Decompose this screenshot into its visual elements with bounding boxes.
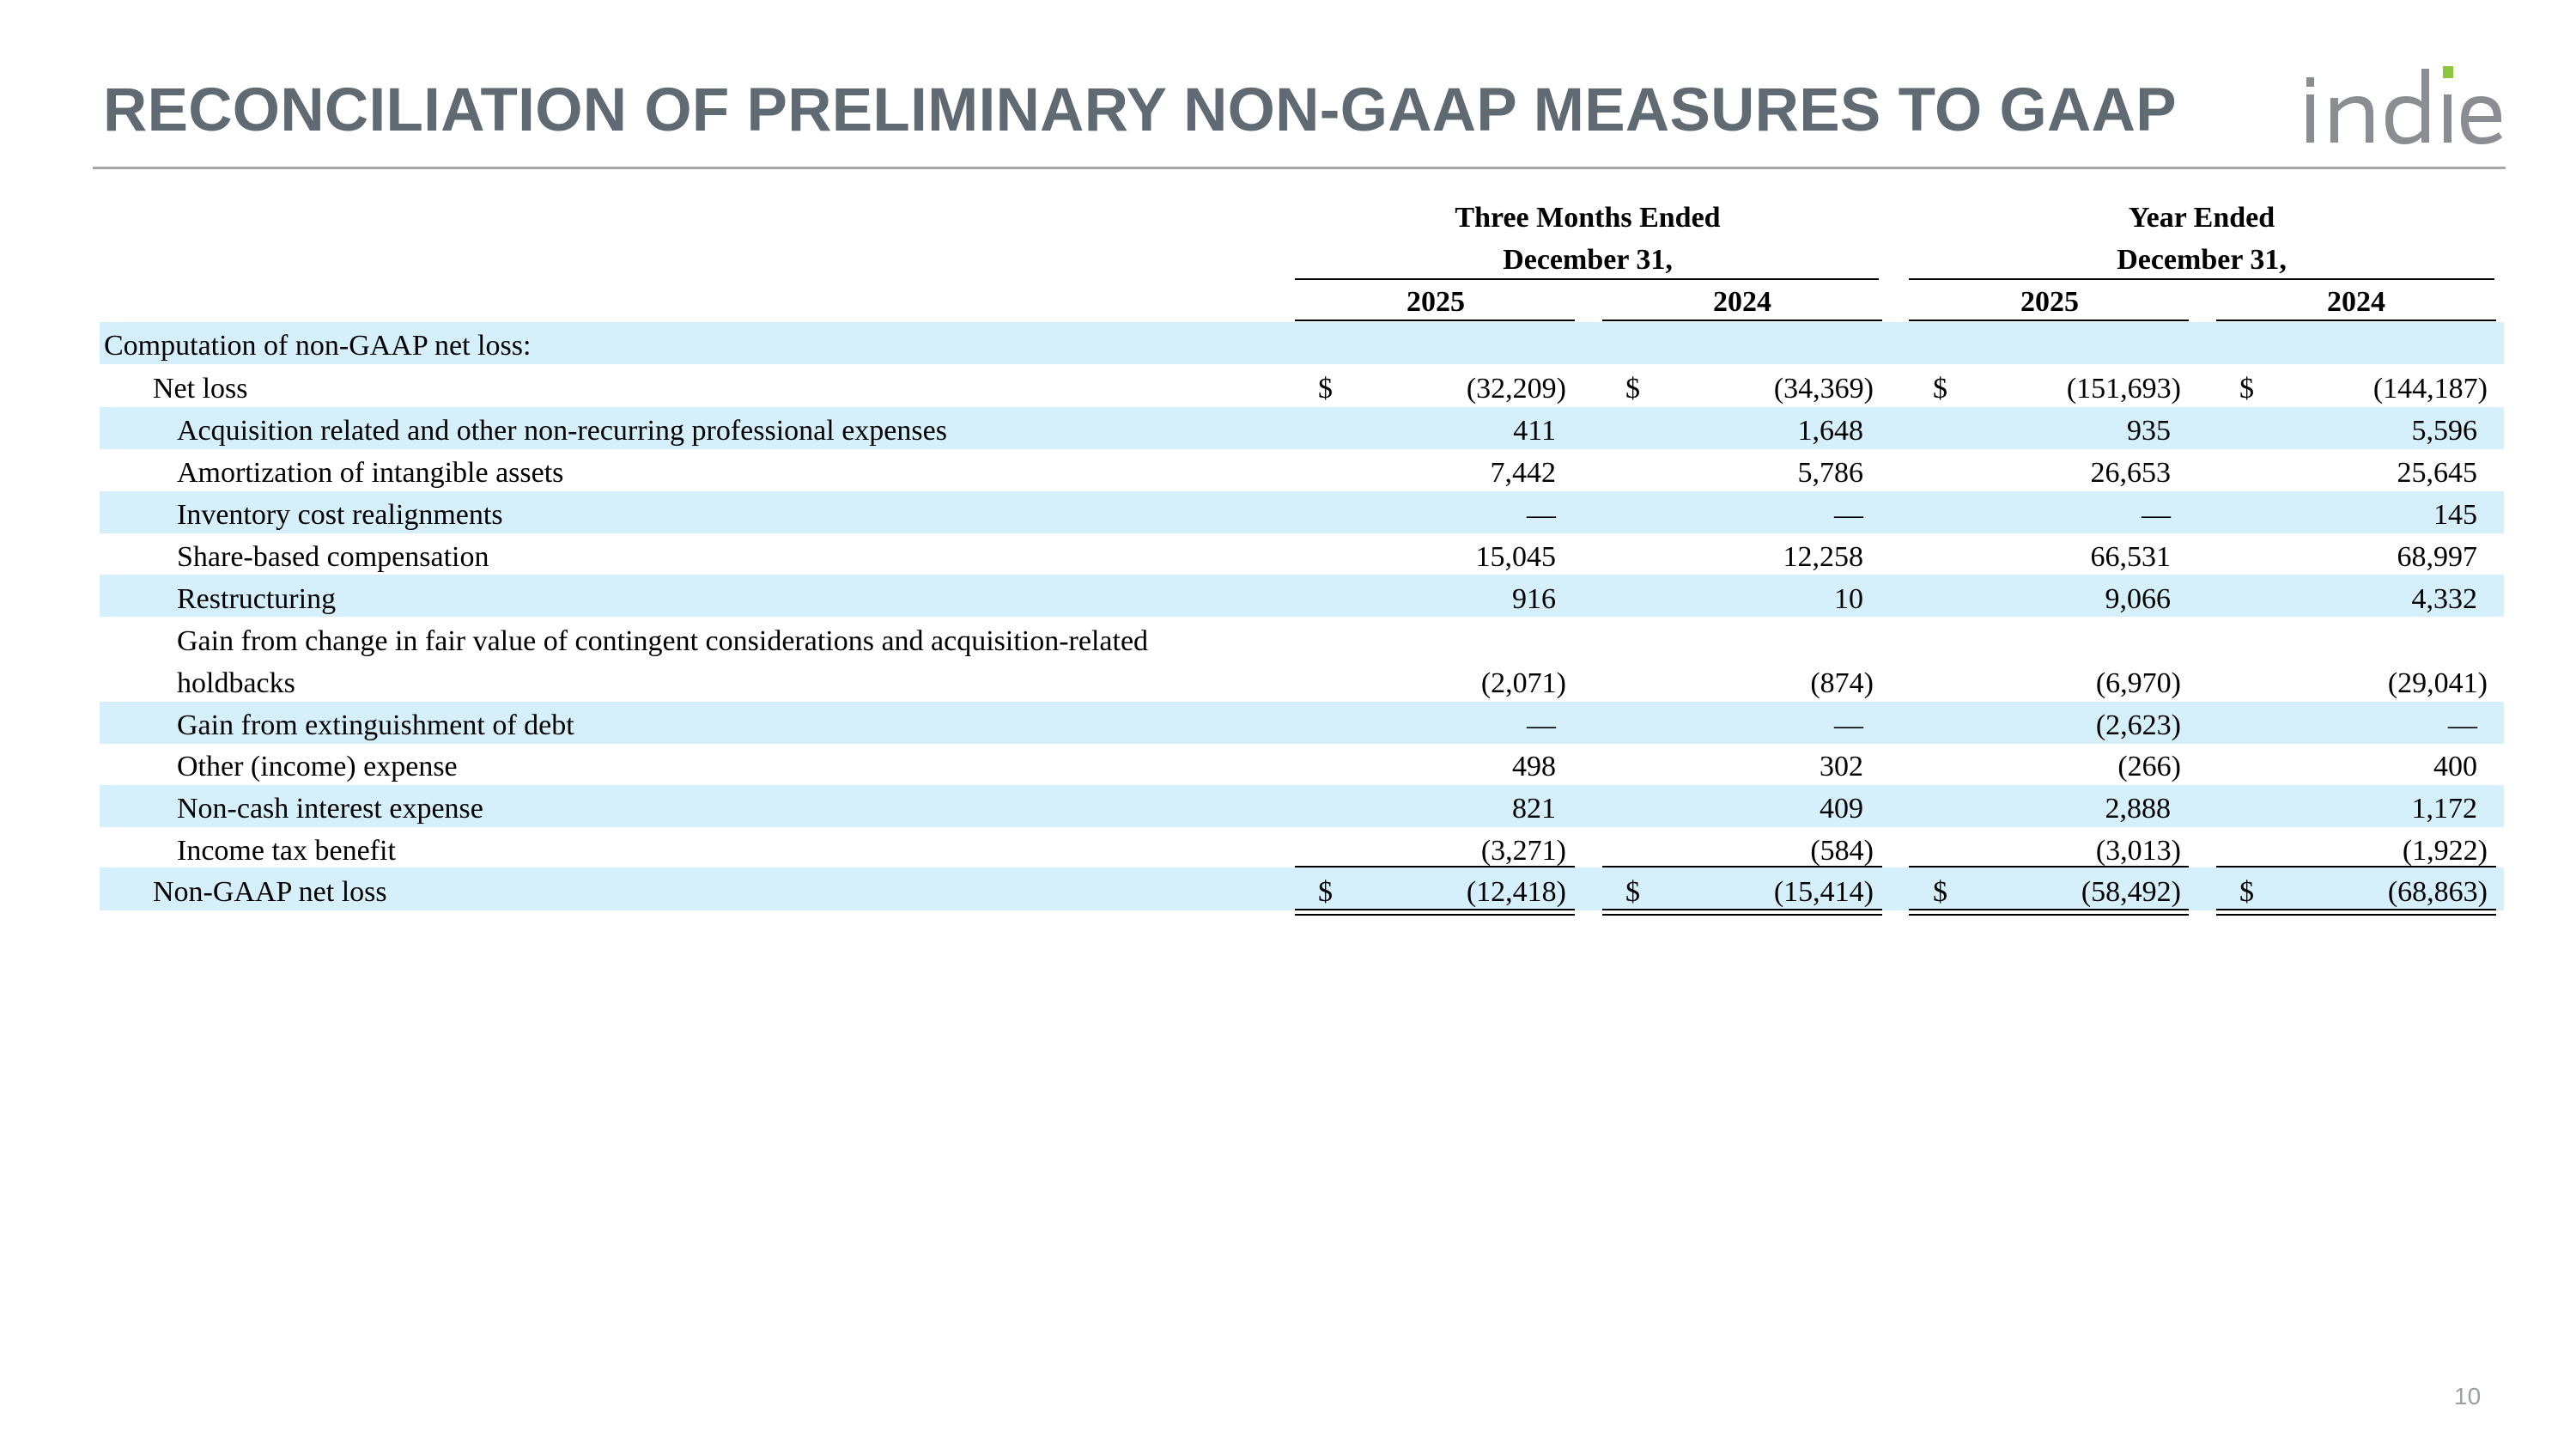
row-label: Share-based compensation (177, 541, 489, 573)
value-cell: (2,071) (1480, 667, 1566, 699)
page-title: RECONCILIATION OF PRELIMINARY NON-GAAP M… (103, 76, 2177, 144)
value-cell: (584) (1810, 835, 1874, 867)
value-cell: 1,172 (2411, 793, 2478, 825)
subtotal-rule (2216, 866, 2496, 868)
value-cell: 26,653 (2090, 457, 2172, 489)
value-cell: 25,645 (2397, 457, 2478, 489)
group-header-year-line2: December 31, (2117, 244, 2287, 276)
value-cell: 2,888 (2105, 793, 2172, 825)
value-cell: — (1527, 709, 1556, 741)
value-cell: 10 (1834, 583, 1863, 615)
group-header-three-months-line2: December 31, (1503, 244, 1673, 276)
total-double-rule (2216, 909, 2496, 916)
value-cell: 145 (2433, 499, 2477, 531)
indie-logo (2306, 66, 2502, 144)
value-cell: (68,863) (2387, 876, 2488, 908)
value-cell: — (1527, 499, 1556, 531)
row-label: Other (income) expense (177, 751, 458, 782)
row-label: Inventory cost realignments (177, 499, 503, 531)
value-cell: (58,492) (2081, 876, 2181, 908)
year-header-q-2024: 2024 (1713, 286, 1771, 318)
subtotal-rule (1909, 866, 2189, 868)
value-cell: (29,041) (2387, 667, 2488, 699)
year-rule-4 (2216, 320, 2496, 321)
row-label: Income tax benefit (177, 835, 396, 867)
value-cell: 498 (1512, 751, 1556, 782)
currency-symbol: $ (1625, 876, 1640, 908)
total-double-rule (1295, 909, 1575, 916)
value-cell: 916 (1512, 583, 1556, 615)
total-double-rule (1909, 909, 2189, 916)
value-cell: — (1834, 709, 1863, 741)
value-cell: (151,693) (2066, 373, 2181, 405)
value-cell: 302 (1820, 751, 1863, 782)
row-label: Gain from change in fair value of contin… (177, 625, 1149, 657)
value-cell: (1,922) (2402, 835, 2488, 867)
row-label: Non-GAAP net loss (153, 876, 387, 908)
row-label: Restructuring (177, 583, 337, 615)
row-label: Gain from extinguishment of debt (177, 709, 574, 741)
value-cell: (3,271) (1480, 835, 1566, 867)
value-cell: 5,786 (1797, 457, 1864, 489)
year-rule-1 (1295, 320, 1575, 321)
row-label: Non-cash interest expense (177, 793, 483, 825)
value-cell: (266) (2117, 751, 2181, 782)
value-cell: 821 (1512, 793, 1556, 825)
value-cell: (3,013) (2095, 835, 2181, 867)
value-cell: 1,648 (1797, 415, 1864, 447)
value-cell: 66,531 (2090, 541, 2172, 573)
year-rule-2 (1602, 320, 1882, 321)
row-label: Acquisition related and other non-recurr… (177, 415, 947, 447)
year-header-y-2024: 2024 (2327, 286, 2385, 318)
value-cell: (6,970) (2095, 667, 2181, 699)
year-header-q-2025: 2025 (1406, 286, 1465, 318)
value-cell: (12,418) (1466, 876, 1566, 908)
year-rule-3 (1909, 320, 2189, 321)
value-cell: 68,997 (2397, 541, 2478, 573)
value-cell: 935 (2127, 415, 2171, 447)
value-cell: 411 (1513, 415, 1556, 447)
currency-symbol: $ (1933, 373, 1947, 405)
row-label-continued: holdbacks (177, 667, 295, 699)
value-cell: 9,066 (2105, 583, 2172, 615)
page-number: 10 (2454, 1383, 2482, 1409)
subtotal-rule (1602, 866, 1882, 868)
value-cell: (144,187) (2372, 373, 2488, 405)
row-label: Amortization of intangible assets (177, 457, 564, 489)
value-cell: (34,369) (1773, 373, 1874, 405)
currency-symbol: $ (1318, 876, 1333, 908)
currency-symbol: $ (1625, 373, 1640, 405)
value-cell: (2,623) (2095, 709, 2181, 741)
value-cell: (15,414) (1773, 876, 1874, 908)
value-cell: 4,332 (2411, 583, 2478, 615)
currency-symbol: $ (2239, 373, 2254, 405)
group-rule-year (1909, 278, 2494, 280)
value-cell: (874) (1810, 667, 1874, 699)
title-divider (93, 167, 2506, 169)
value-cell: 15,045 (1475, 541, 1557, 573)
value-cell: — (2142, 499, 2171, 531)
currency-symbol: $ (1318, 373, 1333, 405)
currency-symbol: $ (2239, 876, 2254, 908)
value-cell: 7,442 (1490, 457, 1557, 489)
total-double-rule (1602, 909, 1882, 916)
group-header-year-line1: Year Ended (2128, 202, 2275, 234)
value-cell: 400 (2433, 751, 2477, 782)
section-label: Computation of non-GAAP net loss: (104, 330, 532, 362)
value-cell: 12,258 (1783, 541, 1864, 573)
row-label: Net loss (153, 373, 248, 405)
value-cell: — (1834, 499, 1863, 531)
currency-symbol: $ (1933, 876, 1947, 908)
group-rule-three-months (1295, 278, 1879, 280)
value-cell: 5,596 (2411, 415, 2478, 447)
group-header-three-months-line1: Three Months Ended (1455, 202, 1721, 234)
value-cell: 409 (1820, 793, 1863, 825)
value-cell: (32,209) (1466, 373, 1566, 405)
value-cell: — (2448, 709, 2477, 741)
year-header-y-2025: 2025 (2020, 286, 2079, 318)
subtotal-rule (1295, 866, 1575, 868)
